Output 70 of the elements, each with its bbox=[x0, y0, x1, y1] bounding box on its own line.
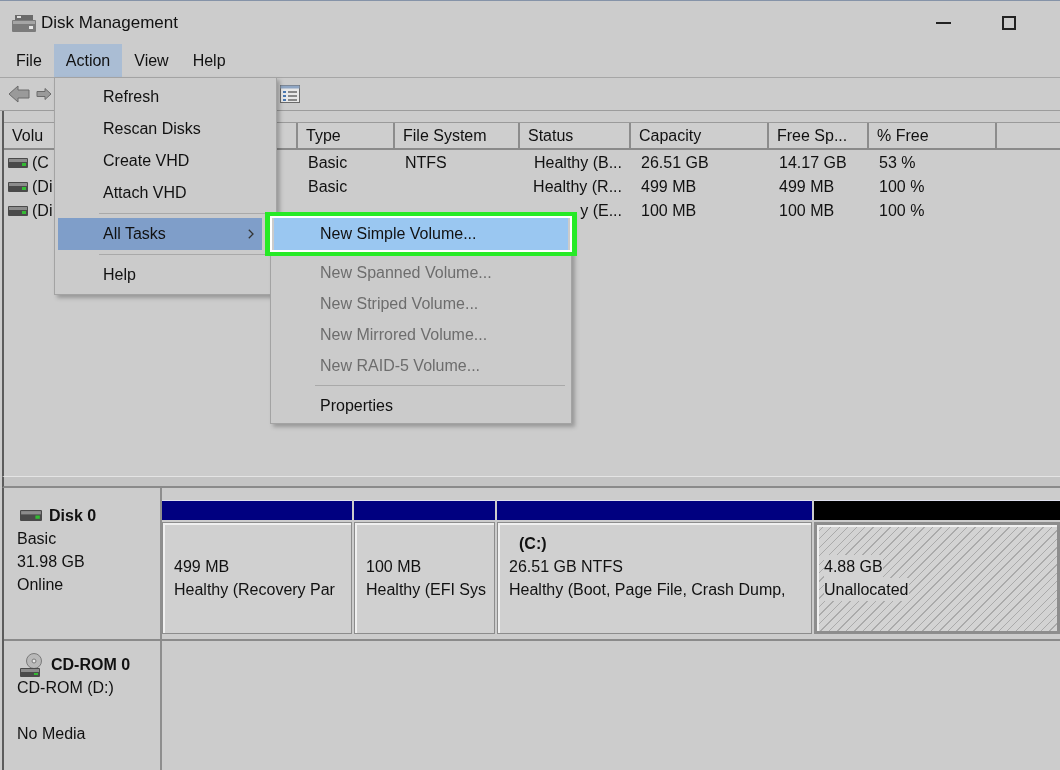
table-cell-text: 14.17 GB bbox=[778, 154, 848, 172]
column-header[interactable]: Capacity bbox=[631, 123, 769, 148]
menu-bar-item[interactable]: Action bbox=[53, 44, 123, 77]
partition-status: Healthy (Boot, Page File, Crash Dump, bbox=[509, 580, 786, 600]
table-cell-text: 499 MB bbox=[778, 178, 836, 196]
partition-status: Healthy (Recovery Par bbox=[174, 580, 335, 600]
menu-item[interactable]: New Simple Volume... bbox=[274, 218, 568, 250]
menu-item[interactable]: Attach VHD bbox=[58, 177, 262, 209]
menu-bar-item[interactable]: View bbox=[122, 44, 181, 77]
table-cell-text: 53 % bbox=[878, 154, 917, 172]
window-title: Disk Management bbox=[41, 12, 178, 33]
maximize-icon bbox=[1002, 15, 1016, 30]
pane-splitter[interactable] bbox=[2, 476, 1060, 488]
cd-drive-icon bbox=[20, 652, 44, 677]
list-window-icon[interactable] bbox=[280, 85, 300, 103]
table-cell-text: 499 MB bbox=[640, 178, 698, 196]
table-cell-text: Basic bbox=[307, 154, 349, 172]
chevron-right-icon bbox=[248, 229, 254, 239]
disk-drive-icon bbox=[12, 13, 36, 32]
table-cell-text: 100 MB bbox=[640, 202, 698, 220]
table-cell-text: 100 % bbox=[878, 202, 926, 220]
menu-item[interactable]: Properties bbox=[274, 390, 568, 421]
menu-item[interactable]: Refresh bbox=[58, 81, 262, 113]
disk-drive-icon bbox=[20, 510, 42, 521]
menu-bar-item[interactable]: File bbox=[4, 44, 54, 77]
table-cell-text: NTFS bbox=[404, 154, 448, 172]
disk-type: Basic bbox=[17, 529, 57, 549]
disk-status: No Media bbox=[17, 724, 86, 744]
partition-status: Healthy (EFI Sys bbox=[366, 580, 487, 600]
partition-block[interactable]: 100 MB Healthy (EFI Sys bbox=[354, 522, 495, 634]
table-cell-text: 100 % bbox=[878, 178, 926, 196]
disk-type: CD-ROM (D:) bbox=[17, 678, 114, 698]
partition-block[interactable]: (C:) 26.51 GB NTFS Healthy (Boot, Page File, Crash Dump, bbox=[497, 522, 812, 634]
unallocated-space[interactable]: 4.88 GB Unallocated bbox=[814, 522, 1060, 634]
column-header[interactable]: File System bbox=[395, 123, 520, 148]
table-cell: (C bbox=[32, 154, 49, 172]
disk-name: Disk 0 bbox=[49, 506, 97, 525]
minimize-icon bbox=[935, 21, 951, 24]
partition-size: 26.51 GB NTFS bbox=[509, 557, 623, 577]
partition-block[interactable]: 499 MB Healthy (Recovery Par bbox=[162, 522, 352, 634]
drive-icon bbox=[8, 206, 28, 216]
table-cell: (Di bbox=[32, 202, 53, 220]
back-arrow-icon[interactable] bbox=[8, 85, 30, 103]
menu-item[interactable]: Rescan Disks bbox=[58, 113, 262, 145]
table-cell-text: Healthy (B... bbox=[532, 154, 623, 172]
table-cell-text: Basic bbox=[307, 178, 349, 196]
table-cell: (Di bbox=[32, 178, 53, 196]
partition-size: 4.88 GB bbox=[824, 555, 883, 578]
table-cell-text: Healthy (R... bbox=[532, 178, 623, 196]
partition-size: 499 MB bbox=[174, 557, 230, 577]
table-cell-text: y (E... bbox=[579, 202, 623, 220]
disk-size: 31.98 GB bbox=[17, 552, 85, 572]
menu-bar-item[interactable]: Help bbox=[180, 44, 238, 77]
column-header[interactable]: % Free bbox=[869, 123, 997, 148]
disk-status: Online bbox=[17, 575, 64, 595]
volume-label: (C:) bbox=[518, 534, 547, 554]
menu-item[interactable]: Create VHD bbox=[58, 145, 262, 177]
table-cell-text: 100 MB bbox=[778, 202, 836, 220]
drive-icon bbox=[8, 158, 28, 168]
menu-item[interactable]: Help bbox=[58, 259, 262, 291]
column-header[interactable]: Type bbox=[298, 123, 395, 148]
partition-size: 100 MB bbox=[366, 557, 422, 577]
forward-arrow-icon[interactable] bbox=[36, 88, 52, 100]
menu-item[interactable]: All Tasks bbox=[58, 218, 262, 250]
column-header[interactable]: Free Sp... bbox=[769, 123, 869, 148]
column-header[interactable]: Status bbox=[520, 123, 631, 148]
drive-icon bbox=[8, 182, 28, 192]
disk-name: CD-ROM 0 bbox=[51, 655, 131, 674]
table-cell-text: 26.51 GB bbox=[640, 154, 710, 172]
partition-status: Unallocated bbox=[824, 578, 909, 601]
